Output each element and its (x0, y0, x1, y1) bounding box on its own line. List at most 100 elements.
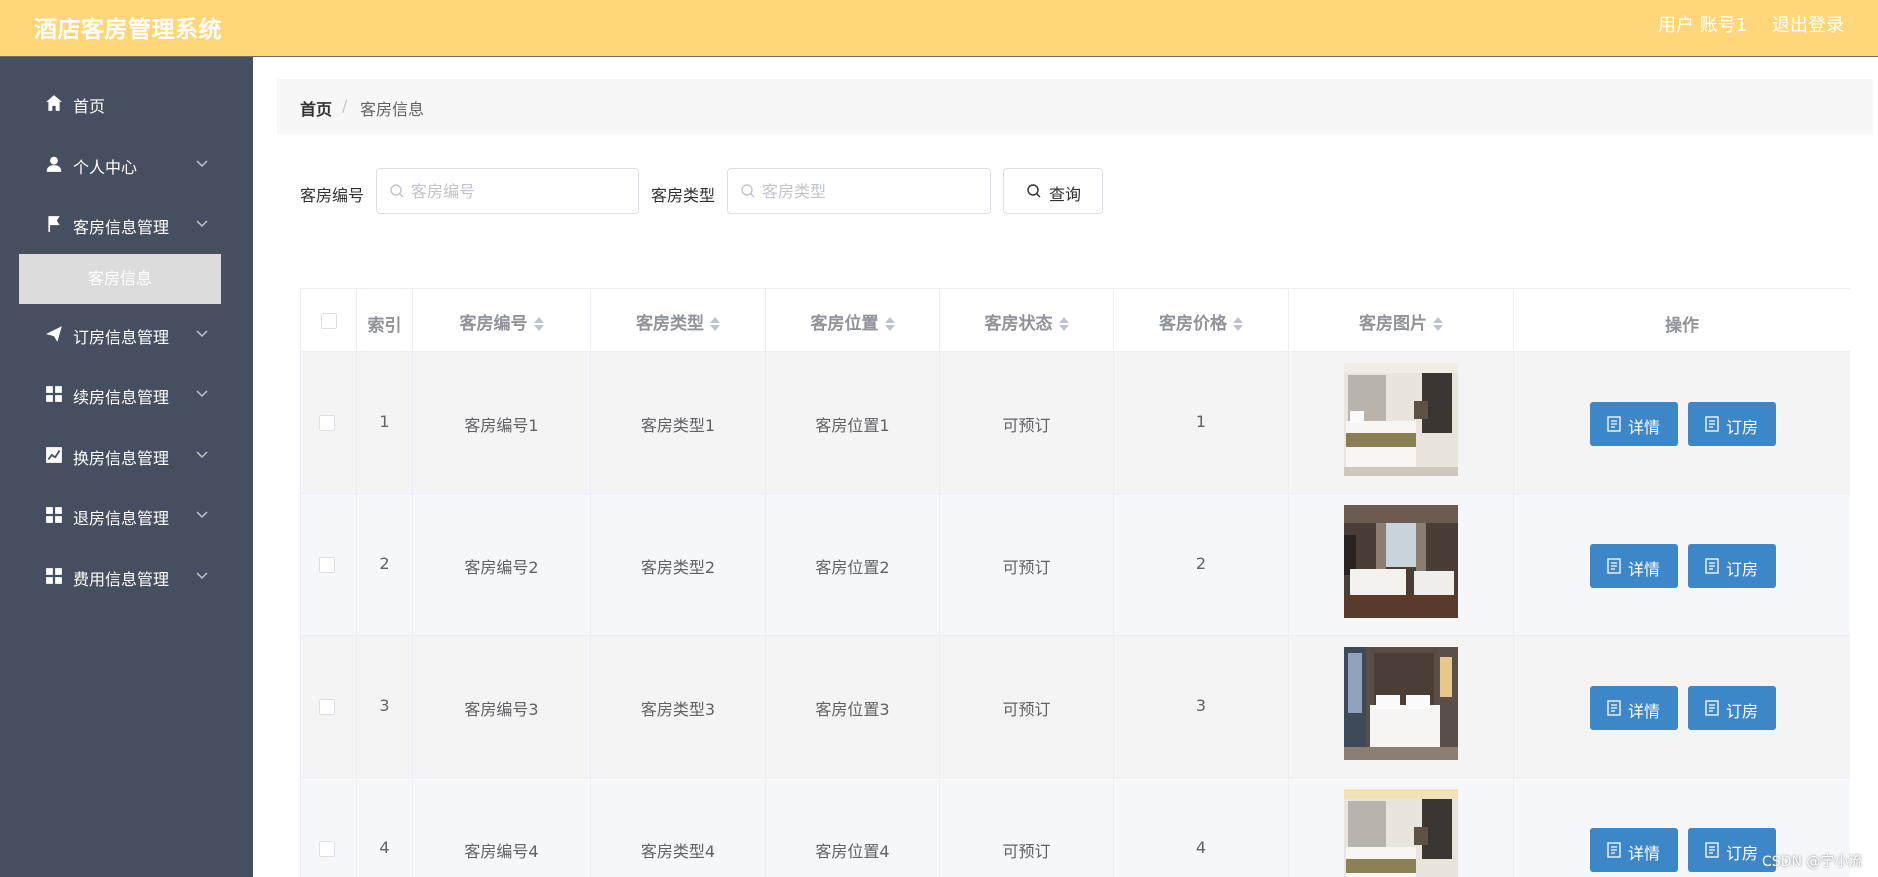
flag-icon (48, 216, 60, 232)
sort-caret-icon[interactable] (710, 317, 720, 331)
sidebar-item-label: 续房信息管理 (73, 388, 170, 407)
sidebar-item-checkout[interactable]: 退房信息管理 (0, 491, 253, 541)
detail-button[interactable]: 详情 (1590, 686, 1678, 730)
room-status-cell: 可预订 (940, 778, 1114, 877)
header-room-price[interactable]: 客房价格 (1114, 289, 1289, 352)
document-icon (1705, 416, 1719, 432)
sidebar: 首页 个人中心 客房信息管理 客房信息 订房信息管理 续房信息管理 换房信息管理… (0, 57, 253, 877)
room-image-cell (1289, 494, 1514, 636)
book-button[interactable]: 订房 (1688, 544, 1776, 588)
header-room-price-label: 客房价格 (1159, 314, 1227, 334)
table-row: 2 客房编号2 客房类型2 客房位置2 可预订 2 详情 订房 (301, 494, 1850, 636)
sort-caret-icon[interactable] (884, 317, 895, 331)
current-user-label: 用户 账号1 (1658, 15, 1748, 36)
sidebar-item-fees[interactable]: 费用信息管理 (0, 552, 253, 602)
header-index-label: 索引 (367, 316, 402, 336)
home-icon (46, 95, 62, 111)
chart-icon (46, 447, 62, 463)
header-select-cell (301, 289, 357, 352)
room-type-label: 客房类型 (651, 186, 716, 205)
sort-caret-icon[interactable] (533, 317, 544, 331)
room-price-cell: 3 (1114, 636, 1289, 778)
room-no-input[interactable] (411, 179, 631, 203)
room-no-value: 客房编号3 (464, 700, 539, 719)
app-title: 酒店客房管理系统 (34, 17, 222, 43)
chevron-down-icon (196, 451, 208, 459)
room-no-value: 客房编号2 (464, 558, 539, 577)
room-no-cell: 客房编号1 (413, 352, 591, 494)
row-checkbox[interactable] (319, 841, 335, 857)
header-room-no[interactable]: 客房编号 (413, 289, 591, 352)
sidebar-item-room-info[interactable]: 客房信息管理 (0, 200, 253, 250)
sidebar-item-home[interactable]: 首页 (0, 79, 253, 129)
index-cell: 3 (357, 636, 413, 778)
actions-cell: 详情 订房 (1514, 636, 1850, 778)
breadcrumb-separator: / (342, 96, 348, 115)
row-checkbox[interactable] (319, 699, 335, 715)
room-location-cell: 客房位置3 (766, 636, 940, 778)
actions-cell: 详情 订房 (1514, 494, 1850, 636)
room-price-cell: 2 (1114, 494, 1289, 636)
room-location-value: 客房位置4 (815, 842, 890, 861)
select-all-checkbox[interactable] (321, 313, 337, 329)
header-room-status-label: 客房状态 (984, 314, 1053, 334)
header-room-status[interactable]: 客房状态 (940, 289, 1114, 352)
detail-button[interactable]: 详情 (1590, 828, 1678, 872)
detail-button[interactable]: 详情 (1590, 402, 1678, 446)
sidebar-item-extend[interactable]: 续房信息管理 (0, 370, 253, 420)
room-type-value: 客房类型1 (640, 416, 716, 435)
room-location-cell: 客房位置4 (766, 778, 940, 877)
header-room-image[interactable]: 客房图片 (1289, 289, 1514, 352)
room-price-value: 3 (1195, 696, 1207, 715)
room-type-input[interactable] (762, 179, 982, 203)
header-room-no-label: 客房编号 (459, 314, 528, 334)
sidebar-subitem-room-info[interactable]: 客房信息 (19, 254, 221, 304)
document-icon (1705, 558, 1719, 574)
header-room-type[interactable]: 客房类型 (591, 289, 766, 352)
room-status-cell: 可预订 (940, 636, 1114, 778)
query-button[interactable]: 查询 (1003, 168, 1103, 214)
room-photo[interactable] (1344, 789, 1458, 877)
room-no-search-field[interactable] (376, 168, 639, 214)
room-status-cell: 可预订 (940, 494, 1114, 636)
detail-button[interactable]: 详情 (1590, 544, 1678, 588)
room-type-search-field[interactable] (727, 168, 991, 214)
watermark: CSDN @宁小流 (1762, 854, 1863, 870)
room-image-cell (1289, 352, 1514, 494)
room-no-label: 客房编号 (300, 186, 365, 205)
sort-caret-icon[interactable] (1433, 317, 1443, 331)
table-header: 索引 客房编号 客房类型 客房位置 客房状态 客房价格 客房图片 操作 (301, 289, 1850, 352)
header-room-location[interactable]: 客房位置 (766, 289, 940, 352)
grid-icon (46, 386, 62, 402)
table-row: 3 客房编号3 客房类型3 客房位置3 可预订 3 详情 订房 (301, 636, 1850, 778)
room-type-cell: 客房类型4 (591, 778, 766, 877)
room-no-cell: 客房编号4 (413, 778, 591, 877)
sort-caret-icon[interactable] (1233, 317, 1243, 331)
chevron-down-icon (196, 390, 208, 398)
header-index: 索引 (357, 289, 413, 352)
index-value: 2 (379, 554, 390, 573)
sidebar-item-label: 换房信息管理 (73, 449, 170, 468)
row-checkbox[interactable] (319, 415, 335, 431)
sidebar-item-change[interactable]: 换房信息管理 (0, 431, 253, 481)
book-button[interactable]: 订房 (1688, 402, 1776, 446)
room-photo[interactable] (1344, 505, 1458, 618)
breadcrumb-home[interactable]: 首页 (300, 96, 332, 120)
header-room-location-label: 客房位置 (810, 314, 879, 334)
book-button[interactable]: 订房 (1688, 686, 1776, 730)
sidebar-item-label: 个人中心 (73, 158, 138, 177)
room-status-value: 可预订 (1002, 700, 1051, 719)
logout-link[interactable]: 退出登录 (1772, 11, 1844, 37)
room-photo[interactable] (1344, 647, 1458, 760)
sidebar-item-booking[interactable]: 订房信息管理 (0, 310, 253, 360)
room-price-cell: 1 (1114, 352, 1289, 494)
room-type-cell: 客房类型1 (591, 352, 766, 494)
sidebar-item-profile[interactable]: 个人中心 (0, 140, 253, 190)
index-value: 3 (379, 696, 390, 715)
breadcrumb: 首页 / 客房信息 (277, 79, 1873, 134)
sidebar-item-label: 费用信息管理 (73, 570, 170, 589)
row-checkbox[interactable] (319, 557, 335, 573)
send-icon (46, 326, 62, 342)
sort-caret-icon[interactable] (1058, 317, 1069, 331)
room-photo[interactable] (1344, 363, 1458, 476)
